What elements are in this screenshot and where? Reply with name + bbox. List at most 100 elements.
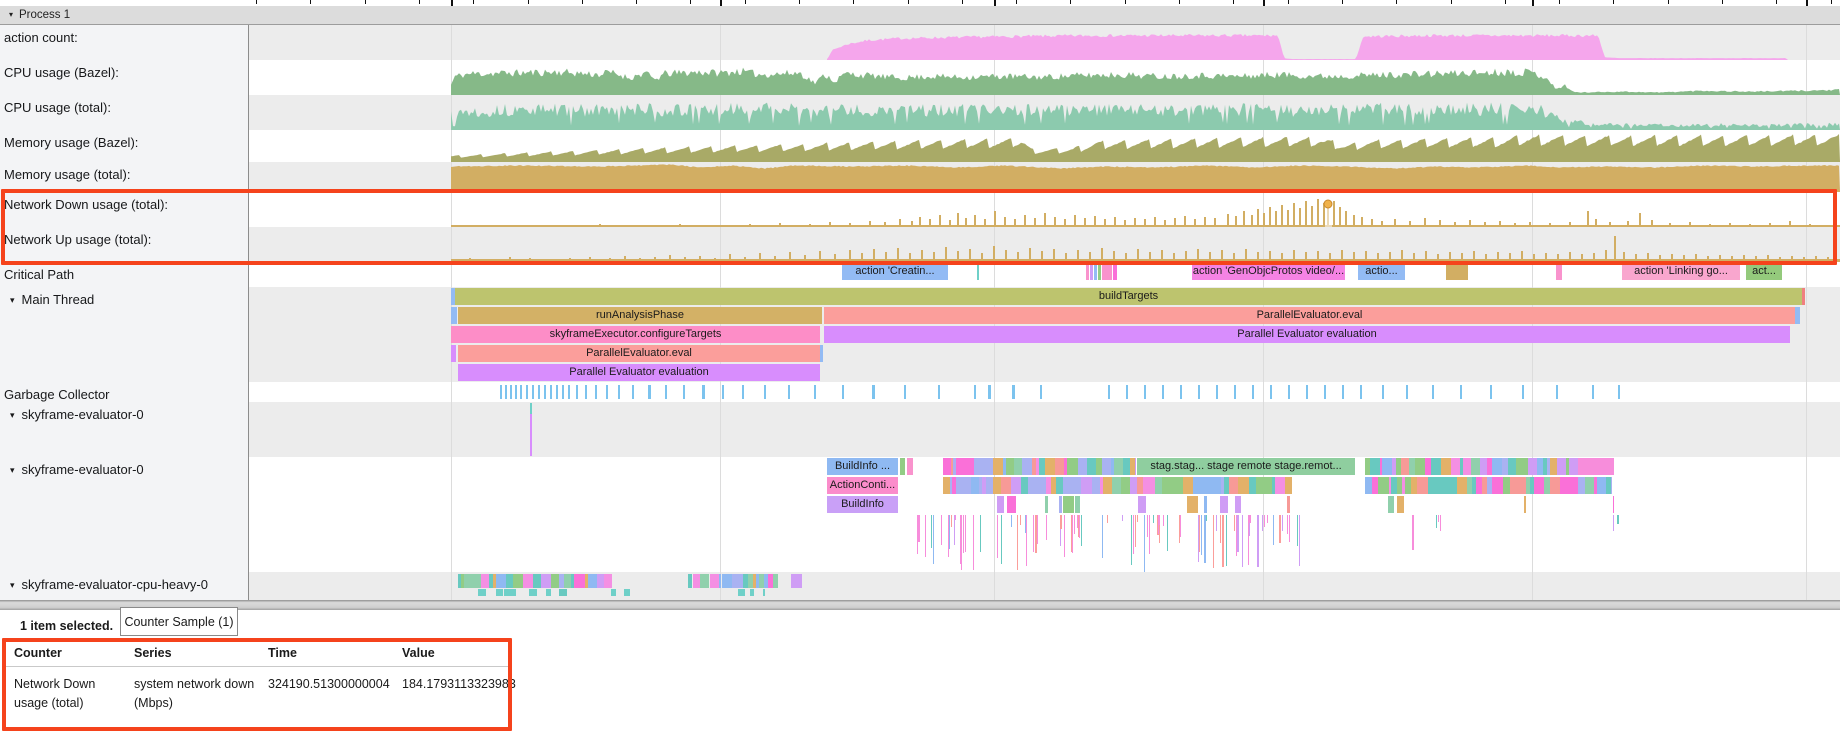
gc-tick[interactable] xyxy=(1342,385,1344,399)
track-spikes[interactable] xyxy=(249,192,1840,227)
slice[interactable] xyxy=(451,307,457,324)
slice[interactable] xyxy=(977,263,979,280)
slice[interactable] xyxy=(1103,477,1112,494)
gc-tick[interactable] xyxy=(1108,385,1110,399)
slice[interactable]: BuildInfo ... xyxy=(827,458,898,475)
slice[interactable] xyxy=(1045,496,1048,513)
slice[interactable] xyxy=(1463,458,1472,475)
gc-tick[interactable] xyxy=(1162,385,1164,399)
slice[interactable] xyxy=(551,574,559,588)
slice[interactable] xyxy=(1441,458,1451,475)
slice[interactable] xyxy=(1613,496,1614,513)
gc-tick[interactable] xyxy=(585,385,587,399)
slice[interactable] xyxy=(504,589,512,596)
sidebar-track-label[interactable]: Network Up usage (total): xyxy=(4,232,151,247)
gc-tick[interactable] xyxy=(683,385,685,399)
slice[interactable] xyxy=(1391,477,1398,494)
slice[interactable] xyxy=(1611,477,1612,494)
gc-tick[interactable] xyxy=(520,385,522,399)
collapse-arrow-icon[interactable]: ▾ xyxy=(10,465,15,475)
sidebar-track-label[interactable]: action count: xyxy=(4,30,78,45)
slice[interactable] xyxy=(907,458,913,475)
slice[interactable] xyxy=(523,574,533,588)
slice[interactable] xyxy=(791,574,802,588)
track-dense[interactable]: BuildInfo ...stag.stag... stage remote s… xyxy=(249,457,1840,572)
gc-tick[interactable] xyxy=(1382,385,1384,399)
slice[interactable]: ParallelEvaluator.eval xyxy=(458,345,820,362)
slice[interactable] xyxy=(1063,477,1072,494)
gc-tick[interactable] xyxy=(1592,385,1594,399)
track-counter[interactable] xyxy=(249,130,1840,162)
slice[interactable]: actio... xyxy=(1358,263,1405,280)
slice[interactable] xyxy=(753,574,755,588)
slice[interactable]: buildTargets xyxy=(455,288,1802,305)
track-spikes[interactable] xyxy=(249,227,1840,262)
slice[interactable] xyxy=(1569,477,1578,494)
slice[interactable] xyxy=(1528,458,1536,475)
gc-tick[interactable] xyxy=(665,385,667,399)
slice[interactable] xyxy=(1155,477,1162,494)
slice[interactable] xyxy=(1508,458,1517,475)
slice[interactable] xyxy=(956,458,964,475)
track-counter[interactable] xyxy=(249,25,1840,60)
slice[interactable] xyxy=(1578,477,1585,494)
slice[interactable] xyxy=(1204,496,1207,513)
slice[interactable] xyxy=(530,403,532,414)
sidebar-track-label[interactable]: Memory usage (total): xyxy=(4,167,130,182)
slice[interactable] xyxy=(943,458,951,475)
gc-tick[interactable] xyxy=(974,385,976,399)
sidebar-track-label[interactable]: Network Down usage (total): xyxy=(4,197,168,212)
slice[interactable] xyxy=(1238,477,1249,494)
slice[interactable] xyxy=(1235,496,1240,513)
slice[interactable] xyxy=(1055,458,1064,475)
slice[interactable] xyxy=(1220,496,1228,513)
sidebar-track-label[interactable]: ▾skyframe-evaluator-0 xyxy=(10,462,144,477)
sidebar-track-label[interactable]: Garbage Collector xyxy=(4,387,110,402)
sidebar-track-label[interactable]: Memory usage (Bazel): xyxy=(4,135,138,150)
slice[interactable] xyxy=(1112,477,1121,494)
sidebar-track-label[interactable]: Critical Path xyxy=(4,267,74,282)
gc-tick[interactable] xyxy=(1198,385,1200,399)
gc-tick[interactable] xyxy=(505,385,507,399)
slice[interactable] xyxy=(1021,477,1028,494)
gc-tick[interactable] xyxy=(788,385,790,399)
track-dense[interactable] xyxy=(249,572,1840,600)
slice[interactable] xyxy=(1560,477,1569,494)
gc-tick[interactable] xyxy=(544,385,546,399)
slice[interactable] xyxy=(1585,477,1594,494)
gc-tick[interactable] xyxy=(562,385,564,399)
gc-tick[interactable] xyxy=(988,385,991,399)
gc-tick[interactable] xyxy=(1490,385,1492,399)
slice[interactable] xyxy=(732,574,742,588)
slice[interactable] xyxy=(624,589,630,596)
slice[interactable] xyxy=(1572,458,1578,475)
slice[interactable]: action 'Creatin... xyxy=(842,263,948,280)
slice[interactable]: action 'GenObjcProtos video/... xyxy=(1192,263,1345,280)
slice[interactable] xyxy=(1001,477,1011,494)
slice[interactable] xyxy=(1102,263,1112,280)
slice[interactable] xyxy=(478,589,487,596)
slice[interactable] xyxy=(964,458,971,475)
slice[interactable] xyxy=(496,574,506,588)
gc-tick[interactable] xyxy=(1406,385,1408,399)
slice[interactable] xyxy=(1173,477,1183,494)
slice[interactable] xyxy=(1597,477,1606,494)
slice[interactable] xyxy=(1447,477,1457,494)
slice[interactable]: act... xyxy=(1746,263,1782,280)
slice[interactable] xyxy=(513,574,522,588)
track-counter[interactable] xyxy=(249,162,1840,192)
gc-tick[interactable] xyxy=(722,385,724,399)
slice[interactable] xyxy=(773,574,778,588)
gc-tick[interactable] xyxy=(618,385,620,399)
gc-tick[interactable] xyxy=(576,385,578,399)
slice[interactable] xyxy=(1193,477,1202,494)
slice[interactable] xyxy=(1113,263,1117,280)
collapse-arrow-icon[interactable]: ▾ xyxy=(9,6,13,24)
slice[interactable] xyxy=(997,496,1004,513)
gc-tick[interactable] xyxy=(1252,385,1254,399)
slice[interactable] xyxy=(1262,477,1273,494)
slice[interactable]: Parallel Evaluator evaluation xyxy=(458,364,820,381)
slice[interactable]: runAnalysisPhase xyxy=(458,307,822,324)
gc-tick[interactable] xyxy=(1460,385,1462,399)
slice[interactable] xyxy=(1059,496,1062,513)
